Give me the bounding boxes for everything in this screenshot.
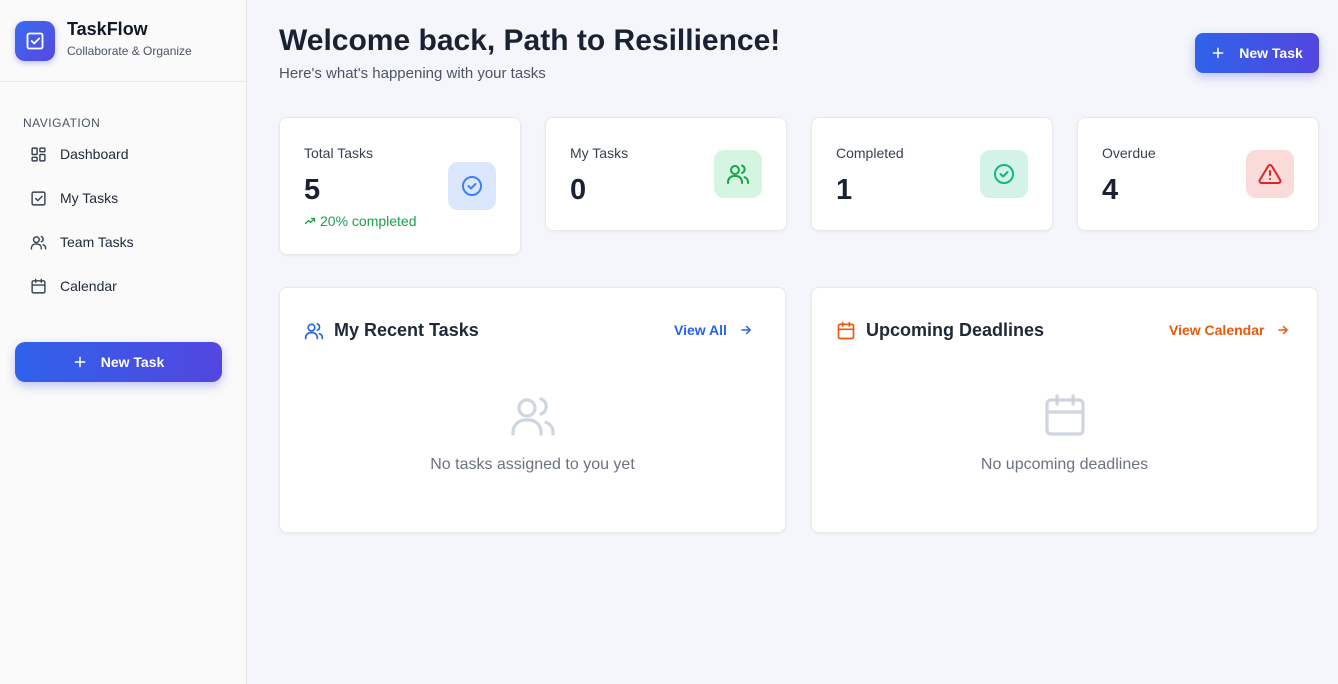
main-content: Welcome back, Path to Resillience! Here'… [247,0,1338,684]
page-subtitle: Here's what's happening with your tasks [279,65,546,82]
stat-value: 1 [836,174,853,206]
stat-card-my-tasks: My Tasks 0 [545,117,787,231]
panel-title: Upcoming Deadlines [866,320,1045,340]
stat-card-completed: Completed 1 [811,117,1053,231]
stat-label: My Tasks [570,145,629,161]
sidebar-item-my-tasks[interactable]: My Tasks [30,186,134,210]
empty-users-icon [509,392,557,445]
stat-value: 0 [570,174,587,206]
view-calendar-link[interactable]: View Calendar [1169,322,1290,338]
view-all-label: View All [674,322,727,338]
stat-card-total-tasks: Total Tasks 5 20% completed [279,117,521,255]
users-icon [304,322,324,339]
calendar-icon [837,321,855,339]
alert-triangle-icon [1258,163,1282,184]
calendar-icon [31,278,46,294]
empty-calendar-icon [1041,392,1089,445]
trending-up-icon [304,217,316,225]
header-new-task-label: New Task [1239,45,1303,61]
sidebar-item-label: Team Tasks [60,234,134,250]
brand-title: TaskFlow [67,19,148,39]
sidebar-item-calendar[interactable]: Calendar [30,274,134,298]
sidebar-item-label: Dashboard [60,146,129,162]
stat-trend-text: 20% completed [320,213,417,229]
sidebar-item-dashboard[interactable]: Dashboard [30,142,134,166]
plus-icon [1212,47,1224,59]
brand: TaskFlow Collaborate & Organize [0,0,246,82]
stat-label: Overdue [1102,145,1156,161]
sidebar-nav: Dashboard My Tasks Team Tasks Calendar [30,142,134,318]
panel-upcoming-deadlines: Upcoming Deadlines View Calendar No upco… [811,287,1318,533]
users-icon [30,235,47,250]
stat-icon-box [980,150,1028,198]
stat-card-overdue: Overdue 4 [1077,117,1319,231]
panel-recent-tasks: My Recent Tasks View All No tasks assign… [279,287,786,533]
stat-label: Total Tasks [304,145,373,161]
brand-logo-icon[interactable] [15,20,55,61]
sidebar-item-label: My Tasks [60,190,119,206]
page-title: Welcome back, Path to Resillience! [279,24,781,57]
sidebar-item-label: Calendar [60,278,117,294]
sidebar: TaskFlow Collaborate & Organize NAVIGATI… [0,0,247,684]
panel-title: My Recent Tasks [334,320,479,340]
sidebar-new-task-button[interactable]: New Task [15,342,222,382]
stat-icon-box [714,150,762,198]
stat-label: Completed [836,145,904,161]
stat-icon-box [1246,150,1294,198]
arrow-right-icon [741,325,751,335]
brand-subtitle: Collaborate & Organize [67,44,192,58]
check-circle-icon [994,164,1014,184]
header-new-task-button[interactable]: New Task [1195,33,1319,73]
stat-value: 4 [1102,174,1119,206]
view-calendar-label: View Calendar [1169,322,1265,338]
empty-state-text: No upcoming deadlines [980,456,1149,473]
sidebar-item-team-tasks[interactable]: Team Tasks [30,230,134,254]
check-circle-icon [462,176,482,196]
plus-icon [74,356,86,368]
empty-state-text: No tasks assigned to you yet [430,456,635,473]
nav-heading: NAVIGATION [23,116,101,130]
stat-icon-box [448,162,496,210]
stat-trend: 20% completed [304,213,417,229]
checkbox-icon [31,190,46,206]
users-icon [727,164,750,184]
dashboard-icon [31,146,46,162]
arrow-right-icon [1278,325,1289,335]
view-all-link[interactable]: View All [674,322,753,338]
sidebar-new-task-label: New Task [100,354,165,370]
stat-value: 5 [304,174,321,206]
